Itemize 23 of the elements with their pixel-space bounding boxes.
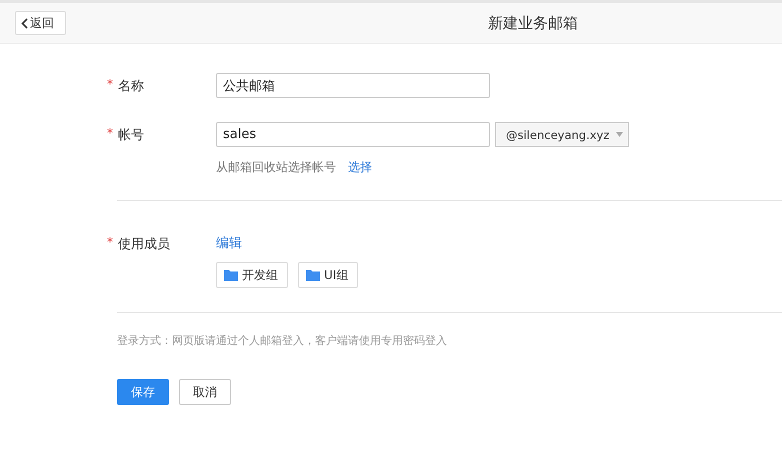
page-title: 新建业务邮箱 [488, 14, 578, 32]
login-note: 登录方式：网页版请通过个人邮箱登入，客户端请使用专用密码登入 [117, 333, 448, 348]
edit-link[interactable]: 编辑 [216, 234, 242, 252]
field-label: 使用成员 [118, 236, 170, 253]
group-tag: 开发组 [216, 262, 288, 288]
back-button[interactable]: 返回 [15, 11, 66, 35]
save-button[interactable]: 保存 [117, 379, 169, 405]
required-mark: * [107, 235, 113, 249]
folder-icon [306, 269, 320, 281]
domain-select[interactable]: @silenceyang.xyz [495, 122, 629, 147]
required-mark: * [107, 126, 113, 140]
select-link[interactable]: 选择 [348, 159, 372, 176]
required-mark: * [107, 77, 113, 91]
text-input[interactable]: 公共邮箱 [216, 73, 490, 98]
group-tag: UI组 [298, 262, 358, 288]
hint-text: 从邮箱回收站选择帐号 [216, 159, 336, 176]
caret-icon [616, 132, 623, 137]
text-input[interactable]: sales [216, 122, 490, 147]
chevron-left-icon [21, 18, 28, 28]
field-label: 名称 [118, 78, 144, 95]
folder-icon [224, 269, 238, 281]
field-label: 帐号 [118, 127, 144, 144]
cancel-button[interactable]: 取消 [179, 379, 231, 405]
